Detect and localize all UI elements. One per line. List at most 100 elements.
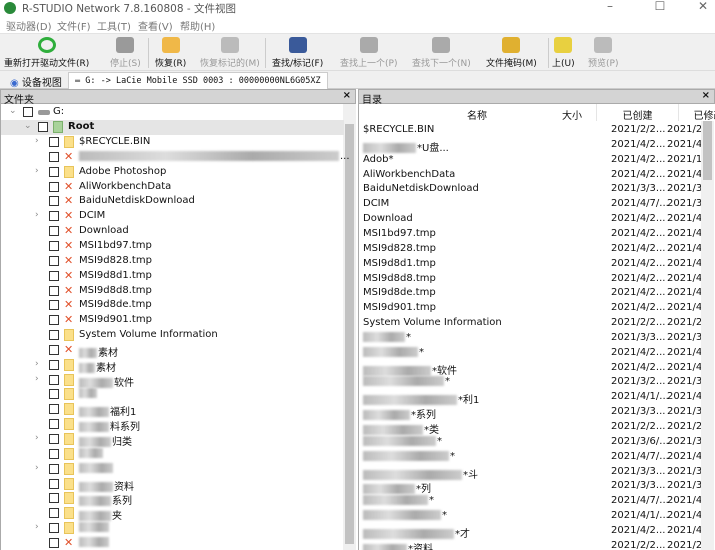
tree-item[interactable]: ✕... xyxy=(1,150,350,165)
checkbox[interactable] xyxy=(49,508,59,519)
tree-item[interactable]: › ✕ DCIM xyxy=(1,209,344,224)
checkbox[interactable] xyxy=(49,226,59,237)
file-row[interactable]: BaiduNetdiskDownload 2021/3/3...2021/3/ xyxy=(359,182,701,197)
checkbox[interactable] xyxy=(49,523,59,534)
toolbar-button-recover[interactable]: 恢复(R) xyxy=(155,37,186,69)
file-row[interactable]: * 2021/4/2...2021/4/ xyxy=(359,346,701,361)
file-row[interactable]: *利1 2021/4/1/...2021/4/ xyxy=(359,390,701,406)
tree-item[interactable]: ✕ MSI9d8de.tmp xyxy=(1,298,344,313)
expand-icon[interactable]: › xyxy=(35,433,39,443)
checkbox[interactable] xyxy=(23,107,33,117)
checkbox[interactable] xyxy=(49,404,59,415)
scroll-thumb[interactable] xyxy=(703,120,712,180)
toolbar-button-find-prev[interactable]: 查找上一个(P) xyxy=(340,37,397,69)
checkbox[interactable] xyxy=(49,166,59,177)
tree-item[interactable]: ✕ MSI9d828.tmp xyxy=(1,254,344,269)
file-row[interactable]: MSI9d901.tmp 2021/4/2...2021/4/ xyxy=(359,301,701,316)
collapse-icon[interactable]: ⌄ xyxy=(24,121,32,131)
tab-drive-files[interactable]: ▬ G: -> LaCie Mobile SSD 0003 : 00000000… xyxy=(68,72,328,89)
checkbox[interactable] xyxy=(49,359,59,370)
file-row[interactable]: MSI9d828.tmp 2021/4/2...2021/4/ xyxy=(359,242,701,257)
maximize-button[interactable]: ☐ xyxy=(645,0,675,14)
expand-icon[interactable]: › xyxy=(35,463,39,473)
tree-item[interactable]: ✕ xyxy=(1,536,344,550)
tree-item[interactable]: ✕ 素材 xyxy=(1,343,344,359)
column-header-created[interactable]: 已创建 xyxy=(597,104,679,122)
collapse-icon[interactable]: ⌄ xyxy=(9,106,17,116)
toolbar-button-find-next[interactable]: 查找下一个(N) xyxy=(412,37,471,69)
checkbox[interactable] xyxy=(49,344,59,355)
checkbox[interactable] xyxy=(49,300,59,311)
checkbox[interactable] xyxy=(49,419,59,430)
file-row[interactable]: *资料 2021/2/2...2021/2/ xyxy=(359,539,701,550)
tree-item[interactable]: 夹 xyxy=(1,506,344,522)
file-row[interactable]: MSI9d8de.tmp 2021/4/2...2021/4/ xyxy=(359,286,701,301)
checkbox[interactable] xyxy=(49,255,59,266)
menu-file[interactable]: 文件(F) xyxy=(57,18,91,33)
checkbox[interactable] xyxy=(49,285,59,296)
list-scrollbar[interactable] xyxy=(701,104,714,550)
tree-item[interactable]: 料系列 xyxy=(1,417,344,433)
menu-drive[interactable]: 驱动器(D) xyxy=(6,18,52,33)
checkbox[interactable] xyxy=(49,315,59,326)
checkbox[interactable] xyxy=(49,181,59,192)
tree-item[interactable]: ✕ Download xyxy=(1,224,344,239)
toolbar-button-folder-up[interactable]: 上(U) xyxy=(552,37,575,69)
file-row[interactable]: System Volume Information 2021/2/2... 2021… xyxy=(359,316,701,331)
checkbox[interactable] xyxy=(49,463,59,474)
file-row[interactable]: *列 2021/3/3...2021/3/ xyxy=(359,479,701,495)
tree-item[interactable]: ✕ AliWorkbenchData xyxy=(1,180,344,195)
tree-item[interactable]: ✕ BaiduNetdiskDownload xyxy=(1,194,344,209)
tree-item[interactable]: 系列 xyxy=(1,491,344,507)
tree-item[interactable]: › xyxy=(1,521,344,536)
file-row[interactable]: * 2021/4/7/...2021/4/ xyxy=(359,494,701,509)
checkbox[interactable] xyxy=(49,151,59,162)
file-row[interactable]: Adob* 2021/4/2...2021/1/ xyxy=(359,153,701,168)
menu-view[interactable]: 查看(V) xyxy=(138,18,173,33)
tree-item[interactable]: › Adobe Photoshop xyxy=(1,165,344,180)
file-row[interactable]: *U盘... 2021/4/2...2021/4/ xyxy=(359,138,701,154)
column-header-size[interactable]: 大小 xyxy=(509,104,597,122)
file-row[interactable]: Download 2021/4/2...2021/4/ xyxy=(359,212,701,227)
toolbar-button-preview[interactable]: 预览(P) xyxy=(588,37,618,69)
tree-item[interactable] xyxy=(1,387,344,402)
file-row[interactable]: DCIM 2021/4/7/...2021/3/ xyxy=(359,197,701,212)
checkbox[interactable] xyxy=(49,374,59,385)
checkbox[interactable] xyxy=(49,448,59,459)
tree-item[interactable] xyxy=(1,447,344,462)
expand-icon[interactable]: › xyxy=(35,359,39,369)
close-panel-button[interactable]: × xyxy=(702,90,710,101)
minimize-button[interactable]: – xyxy=(595,0,625,14)
expand-icon[interactable]: › xyxy=(35,210,39,220)
file-row[interactable]: *才 2021/4/2...2021/4/ xyxy=(359,524,701,540)
expand-icon[interactable]: › xyxy=(35,136,39,146)
file-row[interactable]: MSI1bd97.tmp 2021/4/2...2021/4/ xyxy=(359,227,701,242)
tree-item[interactable]: › 素材 xyxy=(1,358,344,374)
checkbox[interactable] xyxy=(49,478,59,489)
checkbox[interactable] xyxy=(49,330,59,341)
scroll-thumb[interactable] xyxy=(345,124,354,544)
checkbox[interactable] xyxy=(49,270,59,281)
tree-item[interactable]: ✕ MSI9d901.tmp xyxy=(1,313,344,328)
tab-device-view[interactable]: ◉ 设备视图 xyxy=(4,72,68,89)
tree-item[interactable]: ⌄ G: xyxy=(1,105,344,120)
file-row[interactable]: *类 2021/2/2...2021/2/ xyxy=(359,420,701,436)
checkbox[interactable] xyxy=(49,537,59,548)
expand-icon[interactable]: › xyxy=(35,522,39,532)
checkbox[interactable] xyxy=(49,196,59,207)
checkbox[interactable] xyxy=(49,434,59,444)
checkbox[interactable] xyxy=(49,211,59,222)
file-row[interactable]: AliWorkbenchData 2021/4/2...2021/4/ xyxy=(359,168,701,183)
expand-icon[interactable]: › xyxy=(35,166,39,176)
file-row[interactable]: *软件 2021/4/2...2021/4/ xyxy=(359,361,701,377)
toolbar-button-file-mask[interactable]: 文件掩码(M) xyxy=(486,37,537,69)
tree-item[interactable]: › xyxy=(1,462,344,477)
file-row[interactable]: $RECYCLE.BIN 2021/2/2...2021/2/ xyxy=(359,123,701,138)
checkbox[interactable] xyxy=(38,122,48,132)
file-row[interactable]: * 2021/3/2...2021/3/ xyxy=(359,375,701,390)
file-row[interactable]: MSI9d8d1.tmp 2021/4/2...2021/4/ xyxy=(359,257,701,272)
tree-scrollbar[interactable] xyxy=(343,104,356,550)
file-row[interactable]: * 2021/3/3...2021/3/ xyxy=(359,331,701,346)
close-panel-button[interactable]: × xyxy=(343,90,351,101)
toolbar-button-stop[interactable]: 停止(S) xyxy=(110,37,141,69)
